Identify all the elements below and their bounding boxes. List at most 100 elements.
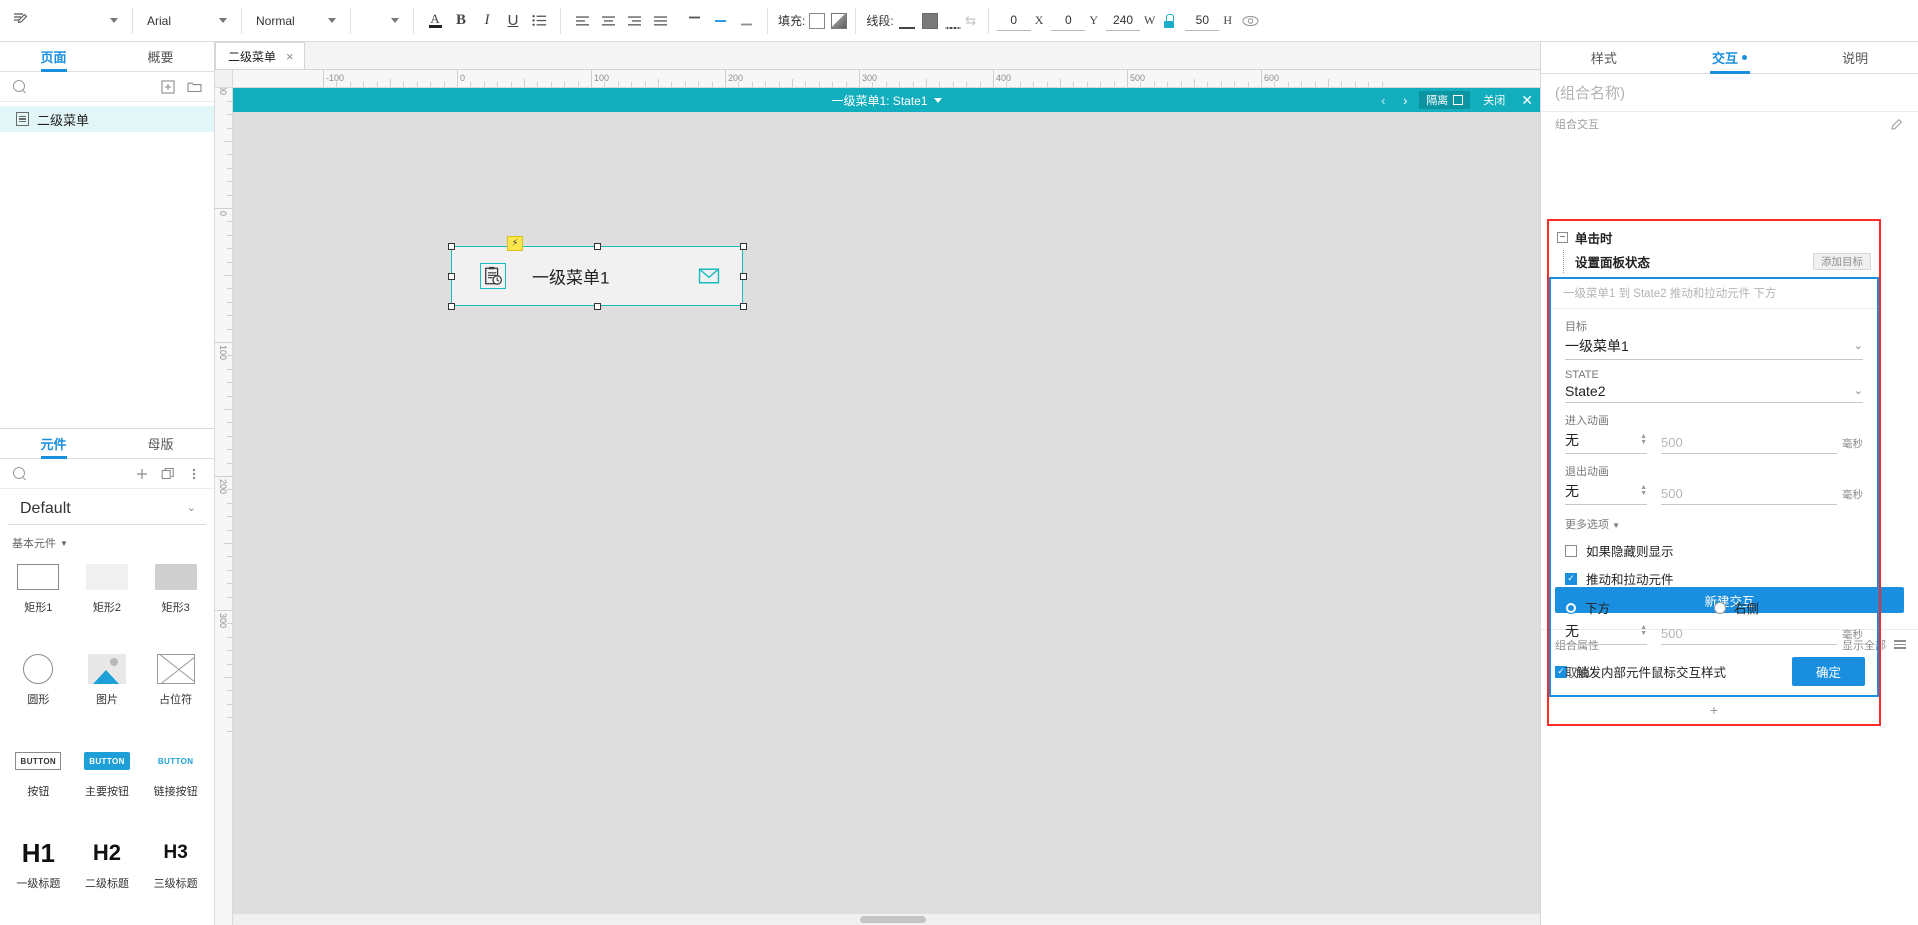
chevron-left-icon[interactable]: ‹ bbox=[1375, 90, 1391, 110]
widget-link-button[interactable]: BUTTON 链接按钮 bbox=[141, 741, 210, 823]
widget-rect2[interactable]: 矩形2 bbox=[73, 557, 142, 639]
widget-name-field[interactable]: (组合名称) bbox=[1541, 74, 1918, 112]
line-color-swatch[interactable] bbox=[921, 12, 938, 29]
edit-icon[interactable] bbox=[1886, 114, 1906, 134]
push-pull-checkbox[interactable] bbox=[1565, 572, 1577, 585]
widget-placeholder[interactable]: 占位符 bbox=[141, 649, 210, 731]
scrollbar-thumb[interactable] bbox=[860, 916, 927, 923]
design-canvas[interactable]: 一级菜单1: State1 ‹ › 隔离 关闭 ✕ 一级菜单1 ⚡ bbox=[233, 88, 1540, 925]
push-pull-row[interactable]: 推动和拉动元件 bbox=[1551, 560, 1877, 588]
widget-ellipse[interactable]: 圆形 bbox=[4, 649, 73, 731]
close-icon[interactable]: × bbox=[286, 49, 294, 64]
lock-icon[interactable] bbox=[1163, 13, 1175, 28]
resize-handle-w[interactable] bbox=[448, 273, 455, 280]
underline-button[interactable]: U bbox=[500, 8, 526, 34]
library-select[interactable]: Default ⌄ bbox=[8, 493, 206, 525]
minus-box-icon[interactable]: − bbox=[1557, 232, 1568, 243]
copy-icon[interactable] bbox=[158, 464, 178, 484]
dynamic-panel-title-group[interactable]: 一级菜单1: State1 bbox=[831, 92, 942, 109]
widget-primary-button[interactable]: BUTTON 主要按钮 bbox=[73, 741, 142, 823]
document-tab-erji-caidan[interactable]: 二级菜单 × bbox=[215, 42, 305, 69]
resize-handle-sw[interactable] bbox=[448, 303, 455, 310]
tab-outline[interactable]: 概要 bbox=[107, 42, 214, 71]
x-input[interactable] bbox=[996, 10, 1031, 31]
direction-right-radio[interactable] bbox=[1714, 601, 1726, 614]
font-size-select[interactable] bbox=[359, 9, 405, 33]
tab-style[interactable]: 样式 bbox=[1541, 42, 1667, 73]
plus-icon[interactable] bbox=[132, 464, 152, 484]
exit-duration-input[interactable] bbox=[1661, 486, 1837, 505]
fill-gradient-swatch[interactable] bbox=[831, 12, 848, 29]
resize-handle-ne[interactable] bbox=[740, 243, 747, 250]
align-justify-icon[interactable] bbox=[647, 8, 673, 34]
valign-middle-icon[interactable] bbox=[707, 8, 733, 34]
widget-h2[interactable]: H2 二级标题 bbox=[73, 833, 142, 915]
tab-notes[interactable]: 说明 bbox=[1792, 42, 1918, 73]
tab-pages[interactable]: 页面 bbox=[0, 42, 107, 71]
search-icon[interactable] bbox=[10, 77, 30, 97]
tab-masters[interactable]: 母版 bbox=[107, 429, 214, 458]
library-section-basic[interactable]: 基本元件 ▼ bbox=[0, 525, 214, 557]
widget-image[interactable]: 图片 bbox=[73, 649, 142, 731]
horizontal-scrollbar[interactable] bbox=[233, 914, 1540, 925]
align-center-icon[interactable] bbox=[595, 8, 621, 34]
widget-h1[interactable]: H1 一级标题 bbox=[4, 833, 73, 915]
resize-handle-nw[interactable] bbox=[448, 243, 455, 250]
tab-interactions[interactable]: 交互 bbox=[1667, 42, 1793, 73]
chevron-right-icon[interactable]: › bbox=[1397, 90, 1413, 110]
show-if-hidden-row[interactable]: 如果隐藏则显示 bbox=[1551, 532, 1877, 560]
add-folder-icon[interactable] bbox=[184, 77, 204, 97]
y-input[interactable] bbox=[1051, 10, 1086, 31]
align-left-icon[interactable] bbox=[569, 8, 595, 34]
event-header[interactable]: − 单击时 bbox=[1549, 221, 1879, 252]
more-vertical-icon[interactable] bbox=[184, 464, 204, 484]
line-width-button[interactable] bbox=[898, 13, 916, 29]
stepper-icon[interactable]: ▲ ▼ bbox=[1640, 433, 1647, 446]
font-family-select[interactable]: Arial bbox=[141, 9, 233, 33]
state-field[interactable]: STATE State2 ⌄ bbox=[1551, 360, 1877, 403]
fill-color-swatch[interactable] bbox=[809, 12, 826, 29]
selected-widget-menu1[interactable]: 一级菜单1 bbox=[451, 246, 743, 306]
font-weight-select[interactable]: Normal bbox=[250, 9, 342, 33]
cancel-button[interactable]: 取消 bbox=[1565, 662, 1590, 681]
widget-rect3[interactable]: 矩形3 bbox=[141, 557, 210, 639]
stepper-icon[interactable]: ▲ ▼ bbox=[1640, 484, 1647, 497]
horizontal-ruler[interactable]: -100 0 100 200 300 400 500 600 bbox=[233, 70, 1540, 88]
text-style-select[interactable] bbox=[6, 9, 124, 33]
widget-button[interactable]: BUTTON 按钮 bbox=[4, 741, 73, 823]
push-animation-select[interactable]: 无 ▲ ▼ bbox=[1565, 621, 1647, 645]
entry-animation-select[interactable]: 进入动画 无 ▲ ▼ bbox=[1565, 412, 1647, 454]
resize-handle-n[interactable] bbox=[594, 243, 601, 250]
italic-button[interactable]: I bbox=[474, 8, 500, 34]
canvas-stage[interactable]: 一级菜单1 ⚡ bbox=[233, 112, 1540, 925]
more-options-toggle[interactable]: 更多选项 ▼ bbox=[1551, 505, 1877, 532]
direction-below-option[interactable]: 下方 bbox=[1565, 598, 1714, 617]
widget-h3[interactable]: H3 三级标题 bbox=[141, 833, 210, 915]
tab-widgets[interactable]: 元件 bbox=[0, 429, 107, 458]
direction-right-option[interactable]: 右侧 bbox=[1714, 598, 1863, 617]
direction-below-radio[interactable] bbox=[1565, 601, 1577, 614]
resize-handle-e[interactable] bbox=[740, 273, 747, 280]
show-if-hidden-checkbox[interactable] bbox=[1565, 544, 1577, 557]
vertical-ruler[interactable]: -100 0 100 200 300 bbox=[215, 88, 233, 925]
isolate-button[interactable]: 隔离 bbox=[1419, 91, 1471, 109]
push-duration-input[interactable] bbox=[1661, 626, 1837, 645]
width-input[interactable] bbox=[1106, 10, 1141, 31]
add-target-button[interactable]: 添加目标 bbox=[1813, 253, 1871, 270]
add-page-icon[interactable] bbox=[158, 77, 178, 97]
entry-duration-input[interactable] bbox=[1661, 435, 1837, 454]
stepper-icon[interactable]: ▲ ▼ bbox=[1640, 624, 1647, 637]
add-action-row[interactable]: + bbox=[1549, 697, 1879, 724]
hamburger-menu-icon[interactable] bbox=[1894, 640, 1906, 649]
align-right-icon[interactable] bbox=[621, 8, 647, 34]
valign-top-icon[interactable] bbox=[681, 8, 707, 34]
confirm-button[interactable]: 确定 bbox=[1791, 657, 1865, 686]
search-icon[interactable] bbox=[10, 464, 30, 484]
target-field[interactable]: 目标 一级菜单1 ⌄ bbox=[1551, 309, 1877, 360]
resize-handle-se[interactable] bbox=[740, 303, 747, 310]
close-panel-button[interactable]: 关闭 bbox=[1476, 91, 1512, 109]
visibility-eye-icon[interactable] bbox=[1240, 12, 1260, 30]
exit-animation-select[interactable]: 退出动画 无 ▲ ▼ bbox=[1565, 463, 1647, 505]
page-item-erji-caidan[interactable]: 二级菜单 bbox=[0, 106, 214, 132]
close-icon[interactable]: ✕ bbox=[1518, 92, 1536, 109]
